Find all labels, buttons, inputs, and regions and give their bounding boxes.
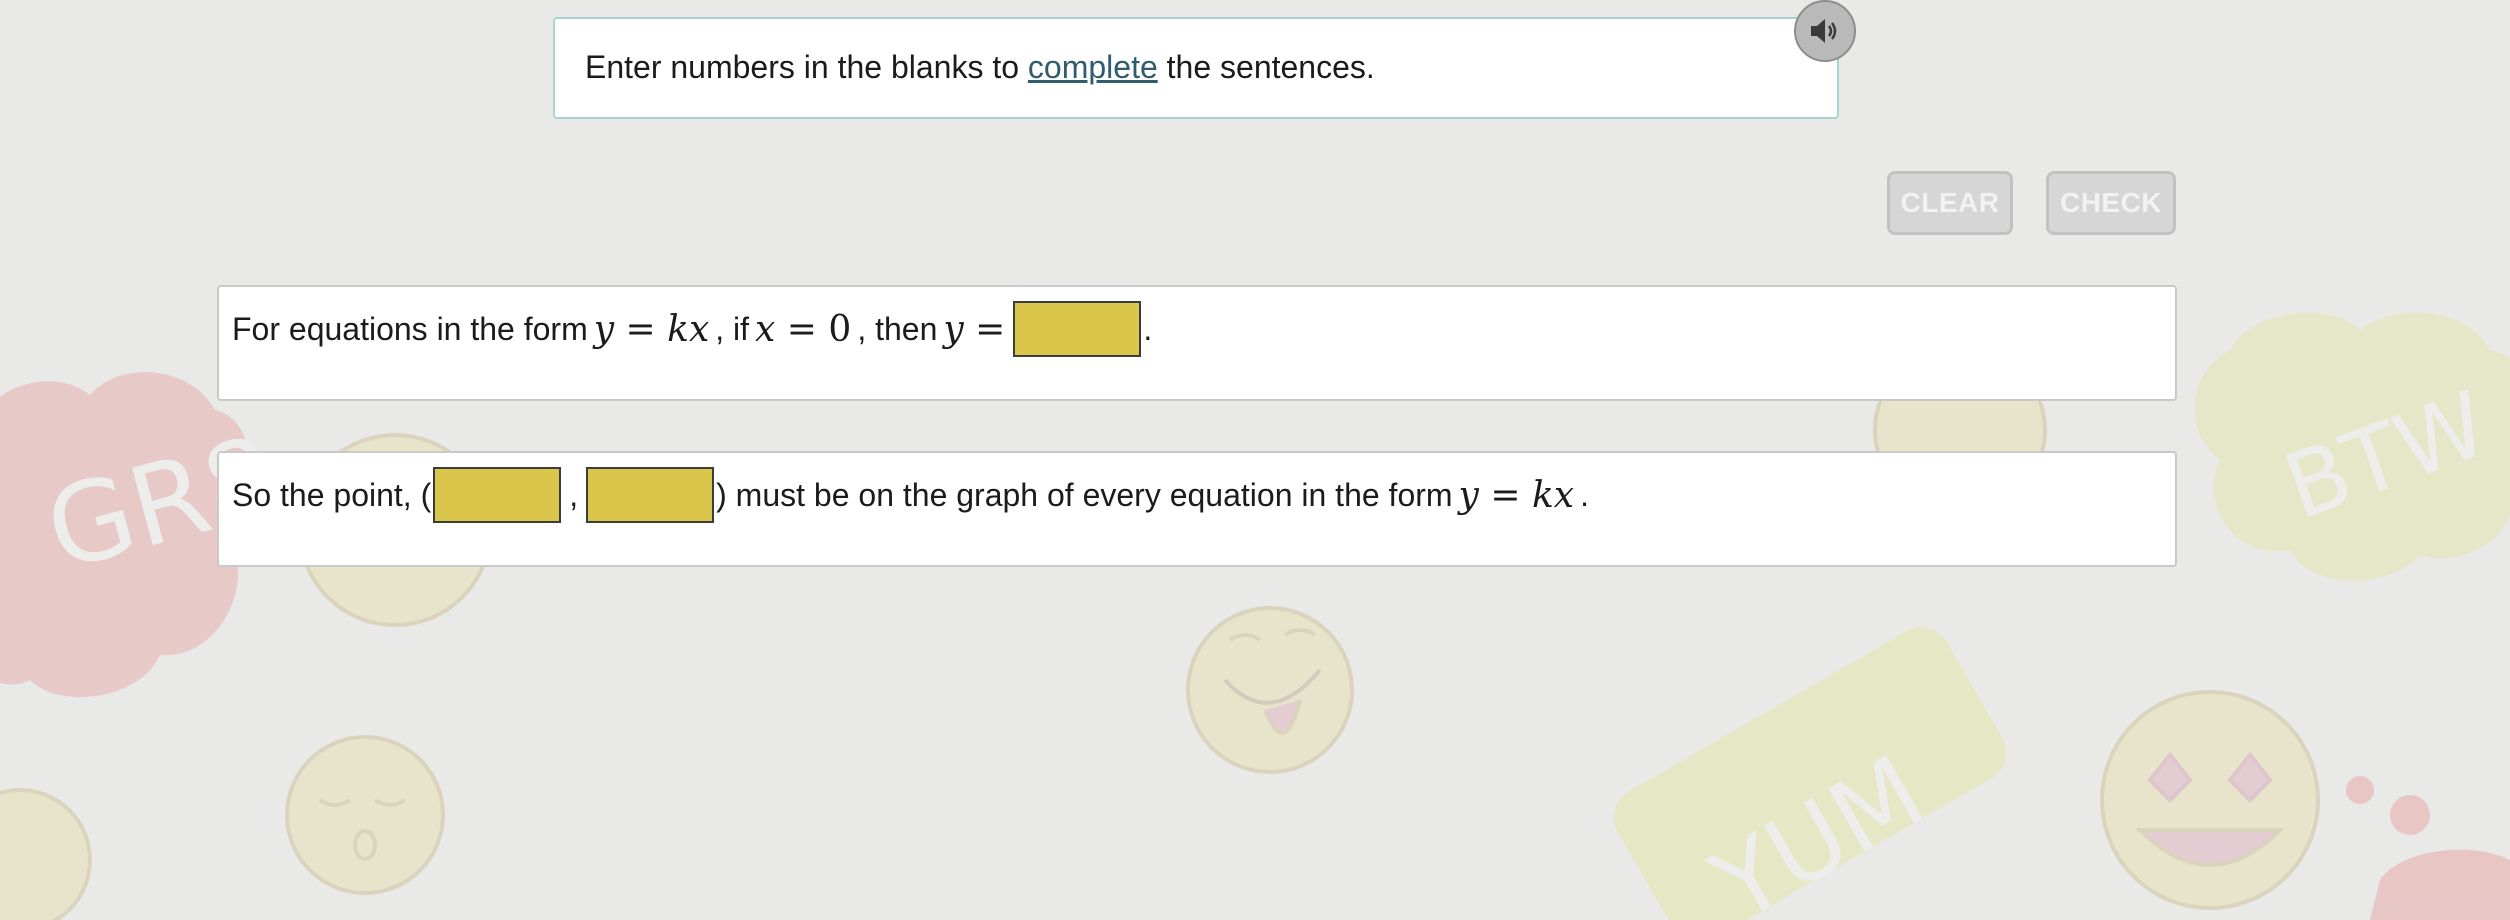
q1-math2-eq: = xyxy=(775,308,829,350)
heart-eyes-emoji-icon xyxy=(2100,690,2320,910)
q2-comma: , xyxy=(569,476,579,513)
check-button[interactable]: CHECK xyxy=(2046,171,2176,235)
q1-math3-eq: = xyxy=(963,308,1006,350)
btw-sticker: BTW xyxy=(2194,312,2510,581)
q1-math2-right: 0 xyxy=(828,308,852,350)
q1-text-1: For equations in the form xyxy=(232,310,588,347)
instruction-text: Enter numbers in the blanks to complete … xyxy=(585,49,1375,86)
q2-period: . xyxy=(1580,476,1589,513)
point-y-blank-input[interactable] xyxy=(586,467,715,523)
audio-button[interactable] xyxy=(1794,0,1856,62)
question-2-panel: So the point, ( , ) must be on the graph… xyxy=(217,451,2177,567)
speaker-icon xyxy=(1811,19,1837,43)
q1-math3-left: y xyxy=(943,308,964,350)
q1-text-3: , then xyxy=(857,310,938,347)
q2-math-right: kx xyxy=(1531,474,1575,516)
q1-equation-y-kx: y = kx xyxy=(594,309,710,350)
instruction-box: Enter numbers in the blanks to complete … xyxy=(553,17,1839,119)
q2-math-eq: = xyxy=(1478,474,1532,516)
instruction-prefix: Enter numbers in the blanks to xyxy=(585,49,1028,85)
q1-math1-left: y xyxy=(593,308,615,350)
q2-text-2: ) must be on the graph of every equation… xyxy=(716,476,1453,513)
sleeping-emoji-icon xyxy=(285,735,445,895)
q1-math1-eq: = xyxy=(614,308,668,350)
question-1-panel: For equations in the form y = kx , if x … xyxy=(217,285,2177,401)
clear-button[interactable]: CLEAR xyxy=(1887,171,2013,235)
q1-period: . xyxy=(1143,310,1153,347)
instruction-suffix: the sentences. xyxy=(1157,49,1375,85)
q1-math2-left: x xyxy=(755,308,776,350)
tongue-out-emoji-icon xyxy=(1186,606,1354,774)
q2-math-left: y xyxy=(1458,474,1479,516)
q1-text-2: , if xyxy=(715,310,750,347)
point-x-blank-input[interactable] xyxy=(433,467,562,523)
q1-equation-x-0: x = 0 xyxy=(755,309,851,350)
y-value-blank-input[interactable] xyxy=(1013,301,1142,357)
red-bubbles xyxy=(2346,776,2510,920)
glossary-link-complete[interactable]: complete xyxy=(1028,49,1158,85)
q1-equation-y: y = xyxy=(943,309,1005,350)
q2-text-1: So the point, ( xyxy=(232,476,432,513)
q1-math1-right: kx xyxy=(667,308,710,350)
question-1-sentence: For equations in the form y = kx , if x … xyxy=(232,300,1152,358)
yum-sticker: YUM xyxy=(1613,627,2007,920)
q2-equation-y-kx: y = kx xyxy=(1459,475,1575,516)
question-2-sentence: So the point, ( , ) must be on the graph… xyxy=(232,466,1589,524)
